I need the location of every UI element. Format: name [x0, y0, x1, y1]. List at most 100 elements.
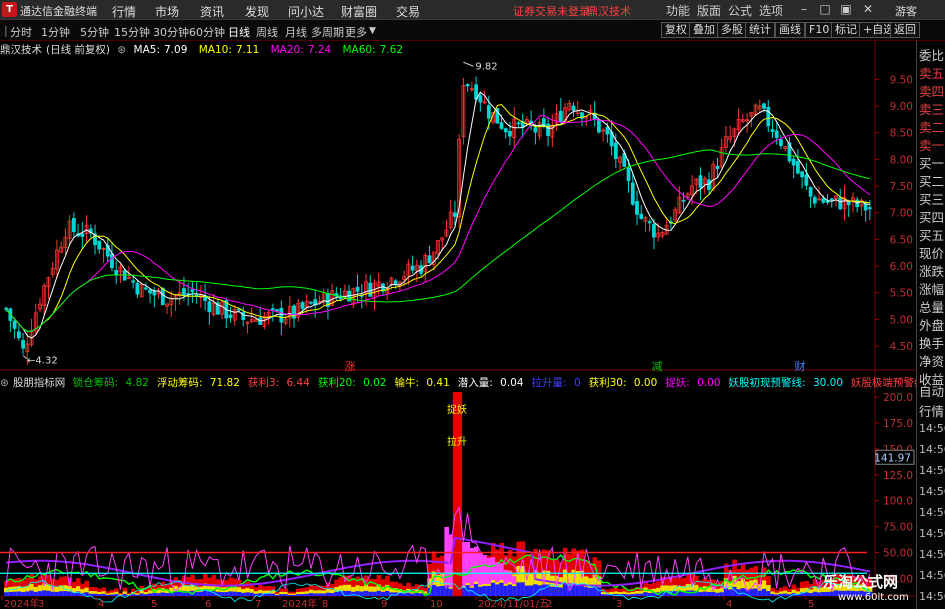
indicator-item: 获利3: 6.44: [247, 377, 310, 389]
indicator-bar-blue: [287, 594, 293, 596]
sidebar-item[interactable]: 买四: [919, 207, 944, 226]
guest-label[interactable]: 游客: [895, 3, 917, 19]
right-sidebar: 委比 卖五 卖四 卖三 卖二 卖一 买一 买二 买三 买四 买五 现价 涨跌 涨幅 总量 外盘 换手 净资 收益 自动…: [916, 41, 945, 609]
indicator-bar-blue: [42, 590, 47, 596]
sidebar-item[interactable]: 买五: [919, 225, 944, 244]
indicator-item: 锁仓筹码: 4.82: [72, 377, 149, 389]
indicator-bar-blue: [224, 592, 229, 596]
indicator-bar-blue: [317, 593, 322, 596]
indicator-bar-blue: [512, 586, 517, 596]
sidebar-item[interactable]: 涨跌: [919, 261, 944, 280]
candle-body: [863, 203, 868, 211]
period-60min[interactable]: 60分钟: [189, 24, 225, 40]
indicator-bar-blue: [435, 586, 441, 596]
candle-body: [613, 142, 618, 159]
candle-body: [635, 201, 639, 215]
sidebar-item[interactable]: 委比: [919, 45, 944, 64]
indicator-bar-blue: [4, 592, 9, 596]
sidebar-item[interactable]: 涨幅: [919, 279, 944, 298]
menu-ask[interactable]: 问小达: [288, 3, 324, 20]
sidebar-item[interactable]: 卖二: [919, 117, 944, 136]
indicator-bar-blue: [575, 584, 581, 596]
indicator-item: 获利20: 0.02: [317, 377, 387, 389]
indicator-bar-blue: [274, 595, 280, 596]
minimize-icon[interactable]: –: [797, 2, 811, 16]
indicator-item: 妖股初现预警线: 30.00: [728, 377, 843, 389]
indicator-bar-blue: [156, 593, 162, 596]
btn-draw[interactable]: 画线: [775, 22, 805, 38]
sidebar-item[interactable]: 现价: [919, 243, 944, 262]
sidebar-item[interactable]: 卖一: [919, 135, 944, 154]
indicator-bar-blue: [270, 593, 276, 596]
period-5min[interactable]: 5分钟: [80, 24, 109, 40]
candle-body: [766, 106, 771, 127]
menu-layout[interactable]: 版面: [697, 2, 721, 19]
btn-overlay[interactable]: 叠加: [689, 22, 719, 38]
more-chevron-icon[interactable]: ▼: [369, 26, 376, 36]
btn-f10[interactable]: F10: [805, 22, 834, 38]
menu-wealth[interactable]: 财富圈: [341, 3, 377, 20]
indicator-bar-blue: [410, 593, 416, 596]
menu-options[interactable]: 选项: [759, 2, 783, 19]
menu-function[interactable]: 功能: [666, 2, 690, 19]
candle-body: [770, 129, 775, 132]
sidebar-item[interactable]: 卖四: [919, 81, 944, 100]
indicator-bar-blue: [368, 591, 373, 596]
indicator-settings-icon[interactable]: ⊛: [0, 377, 9, 389]
period-monthly[interactable]: 月线: [285, 24, 307, 40]
indicator-item: 获利30: 0.00: [588, 377, 658, 389]
sidebar-item[interactable]: 净资: [919, 351, 944, 370]
settings-icon[interactable]: ⊛: [117, 44, 126, 56]
period-1min[interactable]: 1分钟: [41, 24, 70, 40]
indicator-bar-blue: [232, 591, 238, 596]
indicator-bar-blue: [414, 593, 420, 596]
sidebar-item[interactable]: 总量: [919, 297, 944, 316]
sidebar-item[interactable]: 买二: [919, 171, 944, 190]
indicator-bar-blue: [533, 584, 538, 596]
btn-multi-stock[interactable]: 多股: [717, 22, 747, 38]
sidebar-item[interactable]: 换手: [919, 333, 944, 352]
sidebar-item[interactable]: 卖三: [919, 99, 944, 118]
maximize-icon[interactable]: □: [818, 2, 832, 16]
indicator-bar-blue: [92, 593, 98, 596]
period-intraday[interactable]: 分时: [10, 24, 32, 40]
period-daily[interactable]: 日线: [228, 24, 250, 40]
indicator-bar-magenta: [465, 541, 471, 583]
login-status[interactable]: 证券交易未登录: [513, 3, 590, 19]
sidebar-item[interactable]: 卖五: [919, 63, 944, 82]
menu-trade[interactable]: 交易: [396, 3, 420, 20]
period-more[interactable]: 更多: [345, 24, 367, 40]
sidebar-item[interactable]: 行情: [919, 401, 944, 420]
sidebar-item[interactable]: 自动: [919, 381, 944, 400]
period-30min[interactable]: 30分钟: [153, 24, 189, 40]
close-icon[interactable]: ✕: [861, 2, 875, 16]
indicator-bar-blue: [29, 590, 35, 596]
btn-back[interactable]: 返回: [890, 22, 920, 38]
menu-formula[interactable]: 公式: [728, 2, 752, 19]
indicator-bar-blue: [529, 585, 534, 596]
indicator-bar-blue: [105, 594, 111, 596]
btn-adjust[interactable]: 复权: [661, 22, 691, 38]
indicator-bar-magenta: [486, 557, 492, 584]
menu-quotes[interactable]: 行情: [112, 3, 136, 20]
restore-icon[interactable]: ▣: [839, 2, 853, 16]
candle-body: [503, 128, 508, 133]
period-multi[interactable]: 多周期: [311, 24, 344, 40]
btn-mark[interactable]: 标记: [831, 22, 861, 38]
sidebar-item[interactable]: 外盘: [919, 315, 944, 334]
sidebar-time: 14:56: [919, 548, 945, 561]
title-bar: T 通达信金融终端 行情 市场 资讯 发现 问小达 财富圈 交易 证券交易未登录…: [0, 0, 945, 20]
candle-body: [499, 122, 504, 129]
sidebar-item[interactable]: 买三: [919, 189, 944, 208]
sidebar-item[interactable]: 买一: [919, 153, 944, 172]
menu-discover[interactable]: 发现: [245, 3, 269, 20]
menu-market[interactable]: 市场: [155, 3, 179, 20]
period-weekly[interactable]: 周线: [256, 24, 278, 40]
indicator-name[interactable]: 股朋指标网: [13, 377, 66, 389]
indicator-bar-blue: [308, 593, 314, 596]
period-15min[interactable]: 15分钟: [114, 24, 150, 40]
candle-body: [12, 320, 17, 329]
menu-news[interactable]: 资讯: [200, 3, 224, 20]
btn-stats[interactable]: 统计: [745, 22, 775, 38]
indicator-bar-blue: [503, 585, 509, 596]
